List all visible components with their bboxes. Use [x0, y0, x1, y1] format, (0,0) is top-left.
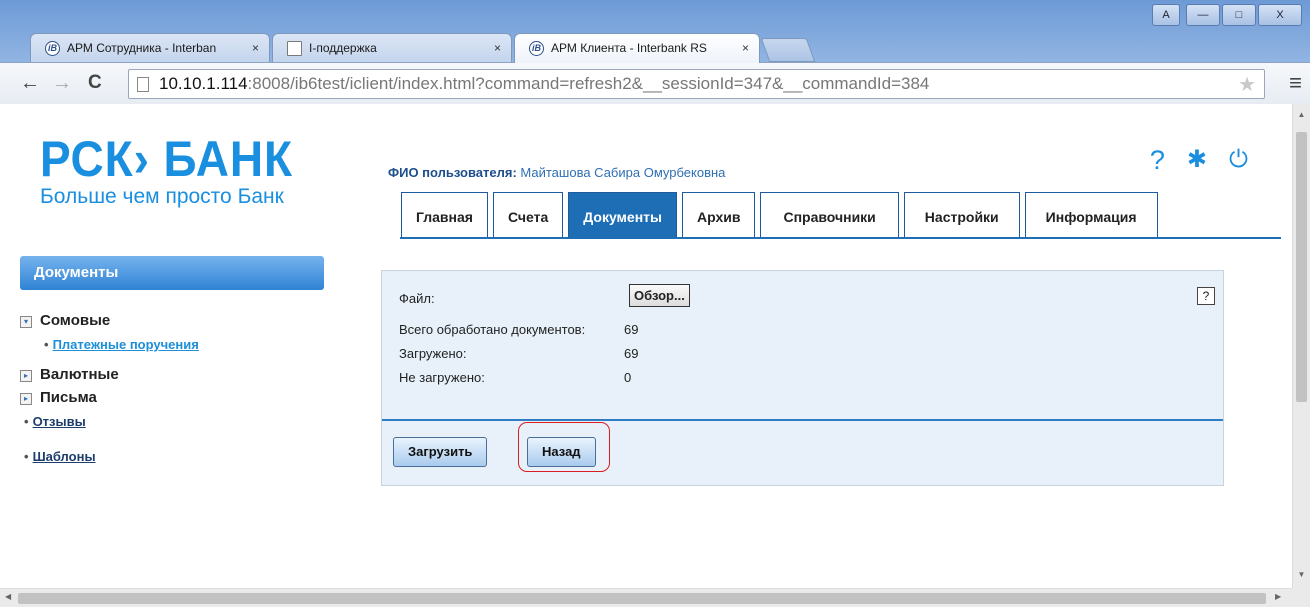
collapse-icon[interactable]: ▾: [20, 316, 32, 328]
tab-information[interactable]: Информация: [1024, 192, 1158, 238]
browser-toolbar: ← → C 10.10.1.114:8008/ib6test/iclient/i…: [0, 62, 1310, 104]
tab-documents[interactable]: Документы: [568, 192, 677, 238]
sidebar-link-templates[interactable]: • Шаблоны: [24, 449, 96, 464]
main-tabs: Главная Счета Документы Архив Справочник…: [401, 192, 1163, 238]
bank-logo[interactable]: РСК› БАНК Больше чем просто Банк: [40, 134, 315, 208]
scroll-corner: [1292, 588, 1310, 607]
browser-tab-label: АРМ Клиента - Interbank RS: [551, 41, 707, 55]
window-close-button[interactable]: X: [1258, 4, 1302, 26]
user-label: ФИО пользователя:: [388, 165, 517, 180]
address-bar[interactable]: 10.10.1.114:8008/ib6test/iclient/index.h…: [128, 69, 1265, 99]
file-label: Файл:: [399, 291, 435, 306]
expand-icon[interactable]: ▸: [20, 393, 32, 405]
stat-value-loaded: 69: [624, 346, 639, 361]
power-icon[interactable]: ⏻: [1229, 146, 1248, 174]
browser-tab-label: АРМ Сотрудника - Interban: [67, 41, 217, 55]
browser-tab-support[interactable]: I-поддержка ×: [272, 33, 512, 63]
interbank-logo-icon: iB: [45, 41, 60, 56]
maximize-button[interactable]: □: [1222, 4, 1256, 26]
import-panel: Файл: Обзор... ? Всего обработано докуме…: [381, 270, 1224, 486]
logo-brand: РСК› БАНК: [40, 131, 294, 187]
scroll-up-icon[interactable]: ▲: [1293, 110, 1310, 119]
bullet-icon: •: [24, 449, 29, 464]
browser-chrome: iB АРМ Сотрудника - Interban × I-поддерж…: [0, 0, 1310, 104]
close-icon[interactable]: ×: [494, 34, 501, 62]
close-icon[interactable]: ×: [742, 34, 749, 62]
horizontal-scrollbar[interactable]: ◀ ▶: [0, 588, 1292, 607]
tabs-underline: [400, 237, 1281, 239]
sidebar-group-letters[interactable]: ▸ Письма: [20, 389, 97, 406]
scroll-thumb[interactable]: [18, 593, 1266, 604]
bullet-icon: •: [24, 414, 29, 429]
tab-main[interactable]: Главная: [401, 192, 488, 238]
gear-icon[interactable]: ✱: [1187, 146, 1207, 174]
menu-icon[interactable]: ≡: [1289, 71, 1302, 95]
sidebar-link-reviews[interactable]: • Отзывы: [24, 414, 86, 429]
vertical-scrollbar[interactable]: ▲ ▼: [1292, 104, 1310, 588]
stat-value-not-loaded: 0: [624, 370, 632, 385]
url-text: 10.10.1.114:8008/ib6test/iclient/index.h…: [159, 74, 930, 93]
stat-value-total: 69: [624, 322, 639, 337]
header-icons: ? ✱ ⏻: [1150, 146, 1248, 174]
user-info: ФИО пользователя: Майташова Сабира Омурб…: [388, 165, 725, 180]
window-controls: A — □ X: [1152, 4, 1302, 26]
scroll-right-icon[interactable]: ▶: [1275, 592, 1281, 601]
back-icon[interactable]: ←: [20, 71, 40, 95]
stat-label-not-loaded: Не загружено:: [399, 370, 485, 385]
close-icon[interactable]: ×: [252, 34, 259, 62]
new-tab-button[interactable]: [760, 38, 816, 62]
sidebar-title: Документы: [20, 256, 324, 290]
tab-strip: iB АРМ Сотрудника - Interban × I-поддерж…: [0, 0, 1310, 63]
page-icon: [287, 41, 302, 56]
forward-icon[interactable]: →: [52, 71, 72, 95]
browser-tab-employee[interactable]: iB АРМ Сотрудника - Interban ×: [30, 33, 270, 63]
sidebar-link-payment-orders[interactable]: • Платежные поручения: [44, 337, 199, 352]
stat-label-loaded: Загружено:: [399, 346, 467, 361]
scroll-thumb[interactable]: [1296, 132, 1307, 402]
reload-icon[interactable]: C: [88, 71, 102, 95]
user-icon[interactable]: A: [1152, 4, 1180, 26]
tab-references[interactable]: Справочники: [760, 192, 899, 238]
scroll-left-icon[interactable]: ◀: [5, 592, 11, 601]
tab-settings[interactable]: Настройки: [903, 192, 1020, 238]
browser-tab-client[interactable]: iB АРМ Клиента - Interbank RS ×: [514, 33, 760, 63]
page-viewport: РСК› БАНК Больше чем просто Банк ФИО пол…: [0, 104, 1292, 588]
upload-button[interactable]: Загрузить: [393, 437, 488, 467]
tab-archive[interactable]: Архив: [681, 192, 756, 238]
bookmark-star-icon[interactable]: ★: [1238, 72, 1256, 97]
sidebar-group-som[interactable]: ▾ Сомовые: [20, 312, 110, 329]
user-name: Майташова Сабира Омурбековна: [520, 165, 726, 180]
scroll-down-icon[interactable]: ▼: [1293, 570, 1310, 579]
panel-divider: [382, 419, 1223, 421]
tab-accounts[interactable]: Счета: [492, 192, 564, 238]
sidebar-group-currency[interactable]: ▸ Валютные: [20, 366, 119, 383]
help-icon[interactable]: ?: [1150, 146, 1165, 174]
expand-icon[interactable]: ▸: [20, 370, 32, 382]
browse-button[interactable]: Обзор...: [629, 284, 690, 307]
stat-label-total: Всего обработано документов:: [399, 322, 586, 337]
browser-tab-label: I-поддержка: [309, 41, 377, 55]
help-icon[interactable]: ?: [1197, 287, 1215, 305]
interbank-logo-icon: iB: [529, 41, 544, 56]
page-icon: [137, 77, 149, 92]
bullet-icon: •: [44, 337, 49, 352]
logo-slogan: Больше чем просто Банк: [40, 185, 284, 208]
minimize-button[interactable]: —: [1186, 4, 1220, 26]
highlight-annotation: [518, 422, 610, 472]
